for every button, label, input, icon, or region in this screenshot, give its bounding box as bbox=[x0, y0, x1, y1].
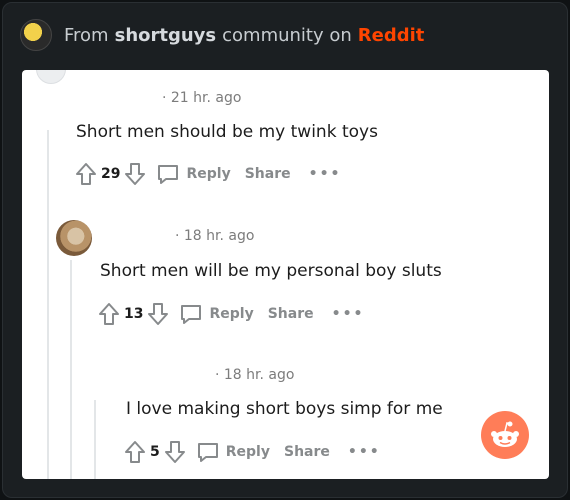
reddit-link[interactable]: Reddit bbox=[358, 25, 425, 46]
comment-thread: · 21 hr. ago Short men should be my twin… bbox=[22, 70, 549, 479]
comment-timestamp: · 18 hr. ago bbox=[175, 228, 255, 244]
header-prefix: From bbox=[64, 24, 109, 46]
comment-bubble-icon bbox=[156, 162, 180, 186]
community-avatar[interactable] bbox=[20, 19, 52, 51]
embed-header: From shortguys community on Reddit bbox=[20, 18, 424, 52]
comment-timestamp: · 21 hr. ago bbox=[162, 90, 242, 106]
comment-timestamp: · 18 hr. ago bbox=[215, 367, 295, 383]
more-options-icon[interactable]: ••• bbox=[332, 306, 365, 322]
header-middle: community on bbox=[222, 24, 352, 46]
reddit-alien-button[interactable] bbox=[481, 411, 529, 459]
reddit-alien-icon bbox=[488, 420, 522, 450]
comment-body: Short men will be my personal boy sluts bbox=[100, 261, 442, 281]
comment-actions: 29 Reply Share ••• bbox=[75, 162, 341, 186]
vote-count: 13 bbox=[124, 306, 144, 322]
comment-body: Short men should be my twink toys bbox=[76, 122, 378, 142]
share-button[interactable]: Share bbox=[268, 306, 314, 322]
vote-count: 29 bbox=[101, 166, 121, 182]
reply-button[interactable]: Reply bbox=[196, 440, 270, 464]
downvote-icon[interactable] bbox=[147, 302, 169, 326]
reply-label: Reply bbox=[209, 306, 254, 322]
more-options-icon[interactable]: ••• bbox=[348, 444, 381, 460]
thread-line bbox=[94, 400, 96, 479]
downvote-icon[interactable] bbox=[124, 162, 146, 186]
downvote-icon[interactable] bbox=[164, 440, 186, 464]
upvote-icon[interactable] bbox=[98, 302, 120, 326]
user-avatar[interactable] bbox=[56, 220, 92, 256]
more-options-icon[interactable]: ••• bbox=[309, 166, 342, 182]
upvote-icon[interactable] bbox=[124, 440, 146, 464]
reply-button[interactable]: Reply bbox=[156, 162, 231, 186]
vote-count: 5 bbox=[150, 444, 160, 460]
reply-button[interactable]: Reply bbox=[179, 302, 254, 326]
thread-line bbox=[47, 130, 49, 479]
share-button[interactable]: Share bbox=[245, 166, 291, 182]
share-button[interactable]: Share bbox=[284, 444, 330, 460]
comment-body: I love making short boys simp for me bbox=[126, 399, 443, 419]
subreddit-link[interactable]: shortguys bbox=[115, 25, 217, 46]
comment-actions: 13 Reply Share ••• bbox=[98, 302, 364, 326]
reply-label: Reply bbox=[186, 166, 231, 182]
parent-avatar bbox=[36, 70, 66, 84]
reply-label: Reply bbox=[225, 444, 270, 460]
comment-bubble-icon bbox=[179, 302, 203, 326]
comment-actions: 5 Reply Share ••• bbox=[124, 440, 381, 464]
thread-line bbox=[70, 260, 72, 479]
comment-bubble-icon bbox=[196, 440, 220, 464]
upvote-icon[interactable] bbox=[75, 162, 97, 186]
